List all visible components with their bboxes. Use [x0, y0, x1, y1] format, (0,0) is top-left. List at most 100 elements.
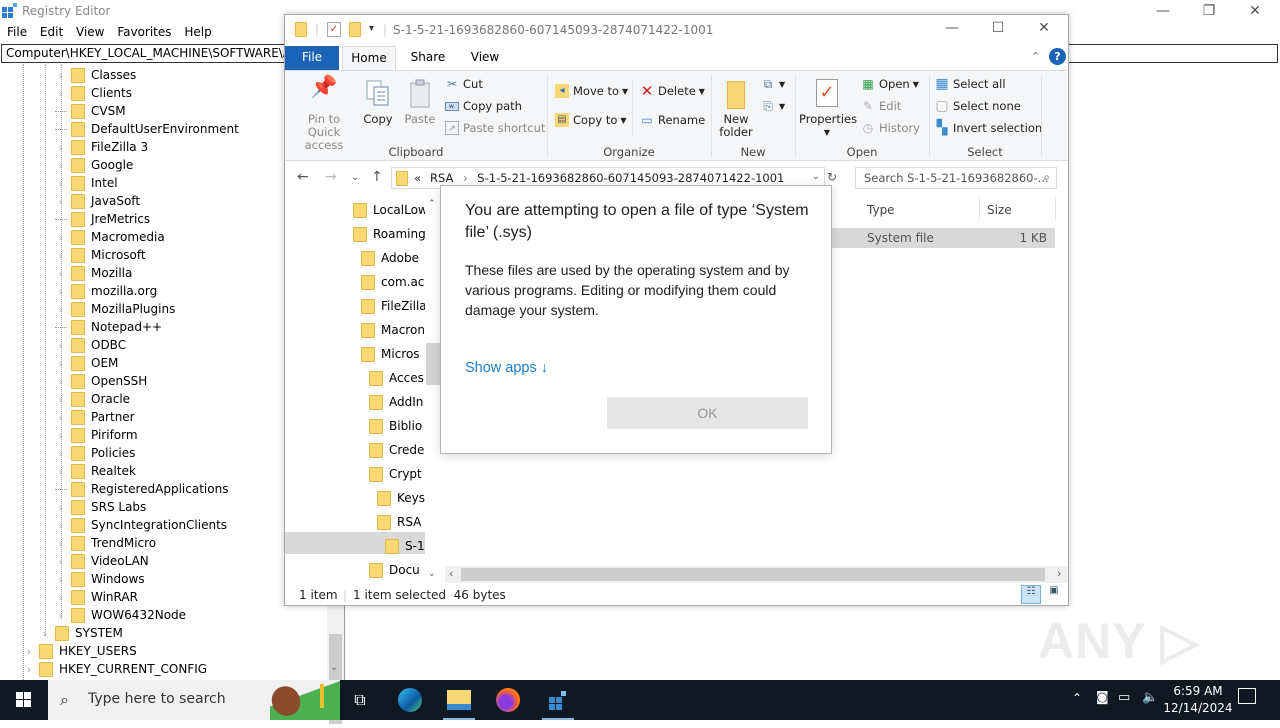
tree-node[interactable]: › JavaSoft [55, 192, 140, 210]
nav-item[interactable]: Adobe [361, 247, 419, 269]
tree-node[interactable]: › Classes [55, 66, 136, 84]
expand-chevron-icon[interactable]: › [55, 267, 67, 280]
expand-chevron-icon[interactable]: › [55, 141, 67, 154]
refresh-icon[interactable]: ↻ [827, 170, 837, 184]
nav-item-selected[interactable]: S-1 [385, 535, 425, 557]
expand-chevron-icon[interactable]: › [39, 627, 51, 640]
tree-node[interactable]: › Macromedia [55, 228, 165, 246]
expand-chevron-icon[interactable]: › [55, 303, 67, 316]
breadcrumb-sid[interactable]: S-1-5-21-1693682860-607145093-2874071422… [477, 171, 784, 185]
tree-node[interactable]: › mozilla.org [55, 282, 157, 300]
tree-node[interactable]: › TrendMicro [55, 534, 156, 552]
copy-button[interactable]: Copy [361, 79, 395, 126]
explorer-close-button[interactable]: ✕ [1021, 17, 1067, 41]
notifications-icon[interactable] [1238, 688, 1256, 704]
volume-icon[interactable]: 🔈 [1142, 690, 1158, 705]
tree-node[interactable]: › Google [55, 156, 133, 174]
properties-quick-icon[interactable]: ✓ [327, 22, 341, 37]
expand-chevron-icon[interactable]: › [55, 159, 67, 172]
taskbar-registry-editor[interactable] [534, 680, 582, 720]
tree-node[interactable]: › HKEY_USERS [23, 642, 137, 660]
nav-item[interactable]: Acces [369, 367, 424, 389]
nav-item[interactable]: Docu [369, 559, 420, 581]
scroll-up-icon[interactable]: ⌃ [428, 199, 436, 209]
scrollbar-thumb[interactable] [426, 343, 440, 385]
expand-chevron-icon[interactable]: › [55, 339, 67, 352]
taskbar-file-explorer[interactable] [435, 680, 483, 720]
tab-share[interactable]: Share [406, 46, 450, 70]
close-button[interactable]: ✕ [1232, 0, 1278, 24]
menu-view[interactable]: View [69, 24, 104, 39]
delete-button[interactable]: ✕ Delete ▼ [640, 84, 705, 99]
tree-node[interactable]: CVSM [55, 102, 126, 120]
expand-chevron-icon[interactable]: › [55, 357, 67, 370]
tree-node[interactable]: › HKEY_CURRENT_CONFIG [23, 660, 207, 678]
tree-node[interactable]: › WinRAR [55, 588, 138, 606]
expand-chevron-icon[interactable]: › [55, 429, 67, 442]
recent-locations-icon[interactable]: ⌄ [351, 172, 359, 183]
expand-chevron-icon[interactable]: › [55, 231, 67, 244]
details-view-icon[interactable]: ☷ [1021, 585, 1041, 604]
paste-shortcut-button[interactable]: ↗ Paste shortcut [445, 121, 545, 135]
tab-file[interactable]: File [285, 46, 339, 70]
expand-chevron-icon[interactable]: › [55, 555, 67, 568]
expand-chevron-icon[interactable]: › [55, 393, 67, 406]
show-hidden-icons[interactable]: ⌃ [1072, 691, 1082, 705]
select-all-button[interactable]: ▦ Select all [935, 77, 1005, 91]
scroll-left-icon[interactable]: ‹ [449, 567, 453, 580]
tree-node[interactable]: JreMetrics [55, 210, 150, 228]
expand-chevron-icon[interactable]: › [55, 609, 67, 622]
tree-node[interactable]: DefaultUserEnvironment [55, 120, 239, 138]
tree-node[interactable]: RegisteredApplications [55, 480, 228, 498]
expand-chevron-icon[interactable]: › [55, 177, 67, 190]
nav-item[interactable]: Crypt [369, 463, 422, 485]
nav-item[interactable]: Keys [377, 487, 425, 509]
restore-button[interactable]: ❐ [1186, 0, 1232, 24]
paste-button[interactable]: Paste [403, 79, 437, 126]
breadcrumb-rsa[interactable]: RSA [430, 171, 453, 185]
tab-home[interactable]: Home [342, 46, 396, 70]
tree-node[interactable]: › MozillaPlugins [55, 300, 175, 318]
tree-node[interactable]: › SyncIntegrationClients [55, 516, 227, 534]
tree-node[interactable]: › Microsoft [55, 246, 146, 264]
edit-button[interactable]: ✎ Edit [861, 99, 901, 113]
new-folder-quick-icon[interactable] [349, 22, 361, 37]
large-icons-view-icon[interactable]: ▣ [1045, 585, 1063, 604]
rename-button[interactable]: ▭ Rename [640, 113, 705, 127]
forward-arrow-icon[interactable]: → [325, 169, 337, 185]
new-item-button[interactable]: ⧉ ▼ [761, 77, 785, 91]
history-button[interactable]: ◷ History [861, 121, 920, 135]
menu-help[interactable]: Help [177, 24, 211, 39]
back-arrow-icon[interactable]: ← [297, 169, 309, 185]
ok-button[interactable]: OK [607, 397, 808, 429]
copy-to-button[interactable]: ▤ Copy to ▼ [555, 113, 627, 127]
nav-item[interactable]: Micros [361, 343, 420, 365]
expand-chevron-icon[interactable]: › [55, 69, 67, 82]
tab-view[interactable]: View [463, 46, 507, 70]
tree-node[interactable]: › Oracle [55, 390, 130, 408]
tree-node[interactable]: › Realtek [55, 462, 136, 480]
pin-to-quick-access-button[interactable]: 📌 Pin to Quick access [291, 77, 357, 152]
menu-favorites[interactable]: Favorites [110, 24, 171, 39]
explorer-maximize-button[interactable]: ☐ [975, 17, 1021, 41]
expand-chevron-icon[interactable]: › [55, 447, 67, 460]
tree-node[interactable]: › Mozilla [55, 264, 132, 282]
expand-chevron-icon[interactable]: › [55, 375, 67, 388]
nav-item[interactable]: Biblio [369, 415, 422, 437]
expand-chevron-icon[interactable]: › [55, 285, 67, 298]
network-icon[interactable]: ▭ [1118, 690, 1130, 705]
select-none-button[interactable]: ▢ Select none [935, 99, 1020, 113]
tree-node[interactable]: › Partner [55, 408, 135, 426]
expand-chevron-icon[interactable]: › [23, 663, 35, 676]
menu-edit[interactable]: Edit [33, 24, 63, 39]
up-arrow-icon[interactable]: ↑ [371, 169, 383, 185]
tree-node[interactable]: › OpenSSH [55, 372, 147, 390]
meet-now-icon[interactable]: ◙ [1096, 690, 1109, 705]
column-divider[interactable] [1055, 197, 1056, 221]
tree-node[interactable]: › SYSTEM [39, 624, 123, 642]
move-to-button[interactable]: ◂ Move to ▼ [555, 84, 628, 98]
column-header-size[interactable]: Size [987, 203, 1012, 217]
expand-chevron-icon[interactable]: › [55, 411, 67, 424]
expand-chevron-icon[interactable]: › [55, 501, 67, 514]
expand-chevron-icon[interactable]: › [55, 573, 67, 586]
